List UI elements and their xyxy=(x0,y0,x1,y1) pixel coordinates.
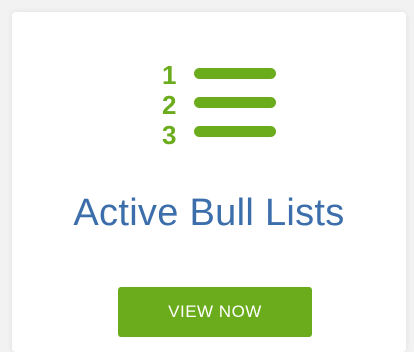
svg-text:2: 2 xyxy=(162,90,176,120)
active-bull-lists-card: 1 2 3 Active Bull Lists VIEW NOW xyxy=(12,12,406,352)
view-now-button[interactable]: VIEW NOW xyxy=(118,287,312,337)
svg-text:3: 3 xyxy=(162,120,176,150)
card-title: Active Bull Lists xyxy=(73,192,345,234)
numbered-list-icon: 1 2 3 xyxy=(162,60,292,160)
svg-text:1: 1 xyxy=(162,60,176,90)
